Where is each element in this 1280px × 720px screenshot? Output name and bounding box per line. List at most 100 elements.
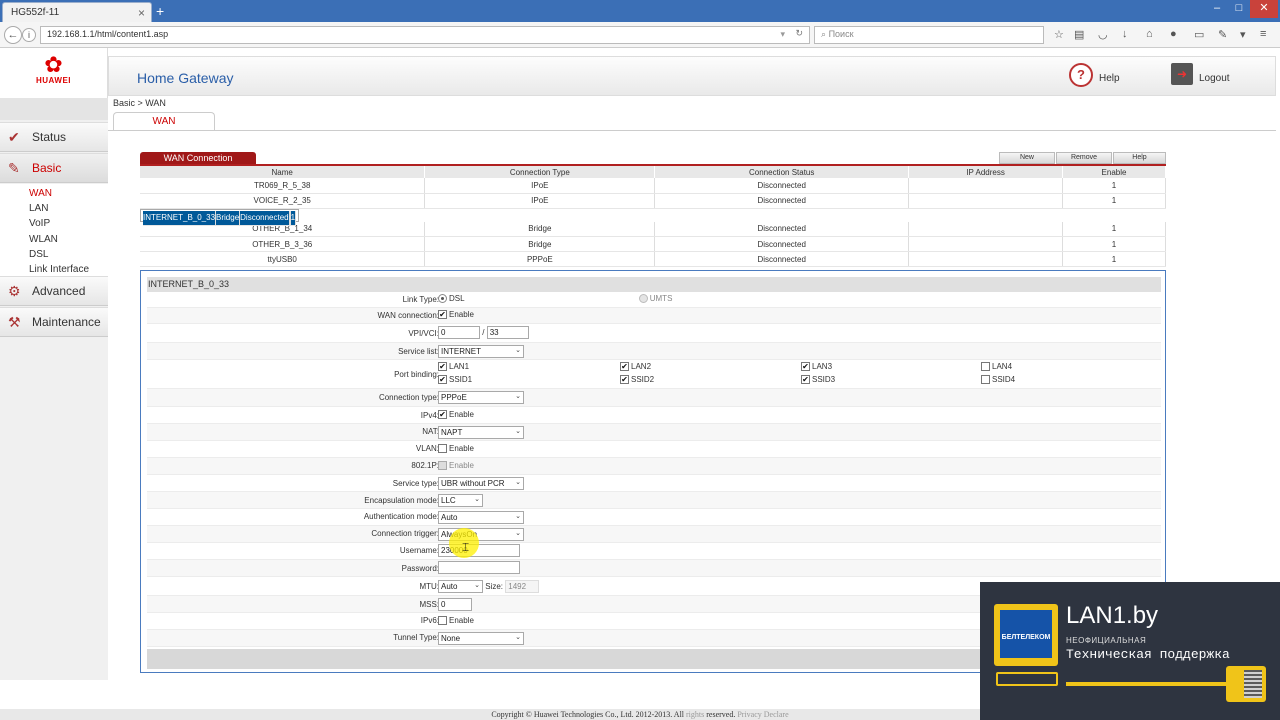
brand-name: HUAWEI (36, 76, 71, 85)
column-header: Name (140, 166, 426, 178)
remove-button[interactable]: Remove (1056, 152, 1112, 164)
browser-tab[interactable]: HG552f-11 × (2, 2, 152, 22)
column-header: Connection Status (654, 166, 910, 178)
table-row-selected[interactable]: INTERNET_B_0_33 Bridge Disconnected 1 (140, 208, 300, 226)
minimize-button[interactable]: – (1206, 0, 1228, 18)
url-dropdown-icon[interactable]: ▾ (780, 29, 785, 40)
home-icon[interactable]: ⌂ (1146, 28, 1153, 40)
sidebar-subitem-dsl[interactable]: DSL (29, 249, 48, 260)
breadcrumb: Basic > WAN (113, 98, 166, 108)
copyright-text: Copyright © Huawei Technologies Co., Ltd… (491, 710, 685, 719)
size-input[interactable]: 1492 (505, 580, 540, 593)
label-nat: NAT: (422, 427, 439, 436)
checkbox-lan3[interactable]: ✔ (801, 362, 810, 372)
beltelecom-logo: БЕЛТЕЛЕКОМ (1000, 610, 1052, 658)
checkbox-vlan-enable[interactable] (438, 444, 447, 454)
mtu-select[interactable]: Auto ⌄ (438, 580, 483, 593)
search-input[interactable]: ⌕ Поиск (814, 26, 1044, 44)
chat-icon[interactable]: ● (1170, 28, 1177, 40)
basic-icon: ✎ (8, 160, 20, 176)
sidebar-subitem-voip[interactable]: VoIP (29, 218, 50, 229)
service-list-select[interactable]: INTERNET ⌄ (438, 345, 524, 358)
close-tab-icon[interactable]: × (138, 6, 145, 20)
tunnel-type-select[interactable]: None ⌄ (438, 632, 524, 645)
checkbox-lan2[interactable]: ✔ (620, 362, 629, 372)
chevron-down-icon: ⌄ (515, 530, 521, 537)
checkbox-ssid1[interactable]: ✔ (438, 375, 447, 385)
sidebar-subitem-lan[interactable]: LAN (29, 203, 48, 214)
url-input[interactable]: 192.168.1.1/html/content1.asp ▾ ↻ (40, 26, 810, 44)
password-input[interactable] (438, 561, 520, 574)
info-icon[interactable]: i (22, 28, 36, 42)
download-icon[interactable]: ↓ (1122, 28, 1128, 40)
checkbox-ipv4-enable[interactable]: ✔ (438, 410, 447, 420)
checkbox-8021p-enable[interactable] (438, 461, 447, 471)
cell-ip (908, 178, 1064, 194)
plug-pins (1244, 670, 1262, 698)
back-icon[interactable]: ← (4, 26, 22, 44)
checkbox-ssid4[interactable] (981, 375, 990, 385)
checkbox-lan4[interactable] (981, 362, 990, 372)
table-row[interactable]: VOICE_R_2_35 IPoE Disconnected 1 (140, 193, 1166, 209)
sidebar-item-basic[interactable]: ✎ Basic (0, 153, 108, 183)
tab-wan[interactable]: WAN (113, 112, 215, 130)
cell-ip (908, 193, 1064, 209)
browser-tabbar: HG552f-11 × + – □ ✕ (0, 0, 1280, 22)
label-ssid1: SSID1 (449, 375, 473, 384)
maximize-button[interactable]: □ (1228, 0, 1250, 18)
pocket-icon[interactable]: ◡ (1098, 28, 1108, 41)
privacy-link[interactable]: Privacy Declare (737, 710, 788, 719)
reload-icon[interactable]: ↻ (795, 28, 803, 39)
label-password: Password: (401, 564, 439, 573)
clipboard-icon[interactable]: ▤ (1074, 28, 1084, 41)
detail-header: INTERNET_B_0_33 (147, 277, 1161, 292)
chevron-down-icon: ⌄ (515, 393, 521, 400)
sidebar-item-status[interactable]: ✔ Status (0, 122, 108, 152)
service-type-select[interactable]: UBR without PCR ⌄ (438, 477, 524, 490)
label-dsl: DSL (449, 294, 465, 303)
row-nat: NAT: NAPT ⌄ (147, 424, 1161, 441)
checkbox-lan1[interactable]: ✔ (438, 362, 447, 372)
screenshot-icon[interactable]: ▭ (1194, 28, 1204, 41)
nat-select[interactable]: NAPT ⌄ (438, 426, 524, 439)
close-window-button[interactable]: ✕ (1250, 0, 1278, 18)
row-password: Password: (147, 560, 1161, 577)
help-button[interactable]: Help (1113, 152, 1166, 164)
checkbox-ipv6-enable[interactable] (438, 616, 447, 626)
table-row[interactable]: TR069_R_5_38 IPoE Disconnected 1 (140, 178, 1166, 194)
sidebar-item-maintenance[interactable]: ⚒ Maintenance (0, 307, 108, 337)
new-button[interactable]: New (999, 152, 1055, 164)
label-mtu: MTU: (419, 582, 439, 591)
mss-input[interactable]: 0 (438, 598, 472, 611)
label-encapsulation: Encapsulation mode: (364, 496, 439, 505)
radio-dsl[interactable] (438, 294, 447, 304)
watermark-tagline: Техническая поддержка (1066, 647, 1230, 662)
column-header: Connection Type (424, 166, 656, 178)
sidebar-subitem-link-interface[interactable]: Link Interface (29, 264, 89, 275)
sidebar-subitem-wlan[interactable]: WLAN (29, 234, 58, 245)
sidebar-band (0, 98, 108, 120)
checkbox-wan-enable[interactable]: ✔ (438, 310, 447, 320)
vpi-input[interactable]: 0 (438, 326, 480, 339)
table-row[interactable]: OTHER_B_3_36 Bridge Disconnected 1 (140, 236, 1166, 252)
encapsulation-select[interactable]: LLC ⌄ (438, 494, 483, 507)
encapsulation-value: LLC (441, 496, 456, 505)
menu-arrow-icon[interactable]: ▾ (1240, 28, 1246, 41)
cell-type: PPPoE (424, 251, 656, 267)
auth-mode-select[interactable]: Auto ⌄ (438, 511, 524, 524)
auth-mode-value: Auto (441, 513, 458, 522)
bookmark-star-icon[interactable]: ☆ (1054, 28, 1064, 41)
sidebar-item-advanced[interactable]: ⚙ Advanced (0, 276, 108, 306)
radio-umts[interactable] (638, 294, 648, 304)
checkbox-ssid2[interactable]: ✔ (620, 375, 629, 385)
connection-type-select[interactable]: PPPoE ⌄ (438, 391, 524, 404)
new-tab-button[interactable]: + (156, 3, 164, 19)
label-enable: Enable (449, 310, 474, 319)
checkbox-ssid3[interactable]: ✔ (801, 375, 810, 385)
logout-label: Logout (1199, 73, 1230, 84)
sidebar-subitem-wan[interactable]: WAN (29, 188, 52, 199)
table-row[interactable]: ttyUSB0 PPPoE Disconnected 1 (140, 251, 1166, 267)
extension-icon[interactable]: ✎ (1218, 28, 1227, 41)
hamburger-menu-icon[interactable]: ≡ (1260, 28, 1266, 40)
vci-input[interactable]: 33 (486, 326, 529, 339)
